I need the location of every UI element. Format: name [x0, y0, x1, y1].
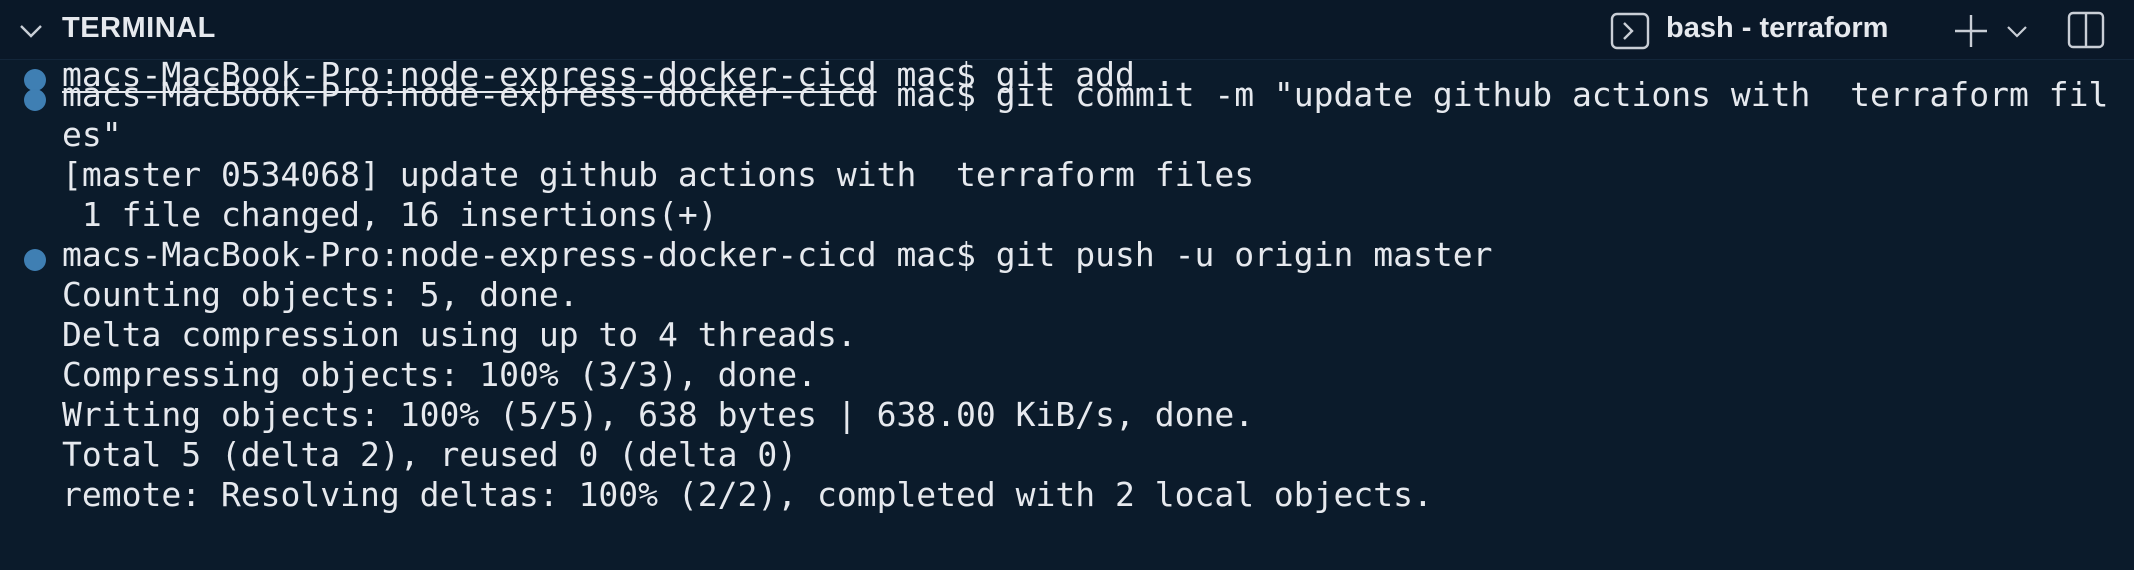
plus-icon[interactable]: [1952, 12, 1990, 50]
terminal-tab-label[interactable]: bash - terraform: [1666, 12, 1888, 45]
command-marker-icon[interactable]: [24, 89, 46, 111]
terminal-header: TERMINAL bash - terraform: [0, 0, 2134, 60]
split-editor-icon[interactable]: [2066, 10, 2106, 50]
terminal-line: macs-MacBook-Pro:node-express-docker-cic…: [62, 235, 1493, 274]
command-marker-icon[interactable]: [24, 69, 46, 91]
terminal-line: es": [62, 115, 122, 154]
panel-title[interactable]: TERMINAL: [62, 12, 216, 45]
command-marker-icon[interactable]: [24, 249, 46, 271]
terminal-line: Counting objects: 5, done.: [62, 275, 579, 314]
terminal-line: Writing objects: 100% (5/5), 638 bytes |…: [62, 395, 1255, 434]
terminal-line: Compressing objects: 100% (3/3), done.: [62, 355, 817, 394]
terminal-line: Delta compression using up to 4 threads.: [62, 315, 857, 354]
chevron-down-icon[interactable]: [16, 16, 46, 46]
terminal-line: macs-MacBook-Pro:node-express-docker-cic…: [62, 75, 2109, 114]
terminal-panel: TERMINAL bash - terraform macs-MacBook-P…: [0, 0, 2134, 570]
terminal-output[interactable]: macs-MacBook-Pro:node-express-docker-cic…: [0, 60, 2134, 570]
terminal-icon[interactable]: [1610, 12, 1650, 50]
terminal-line: Total 5 (delta 2), reused 0 (delta 0): [62, 435, 798, 474]
terminal-line: 1 file changed, 16 insertions(+): [62, 195, 718, 234]
terminal-line: remote: Resolving deltas: 100% (2/2), co…: [62, 475, 1433, 514]
add-dropdown-chevron-icon[interactable]: [2004, 18, 2030, 44]
terminal-line: [master 0534068] update github actions w…: [62, 155, 1255, 194]
